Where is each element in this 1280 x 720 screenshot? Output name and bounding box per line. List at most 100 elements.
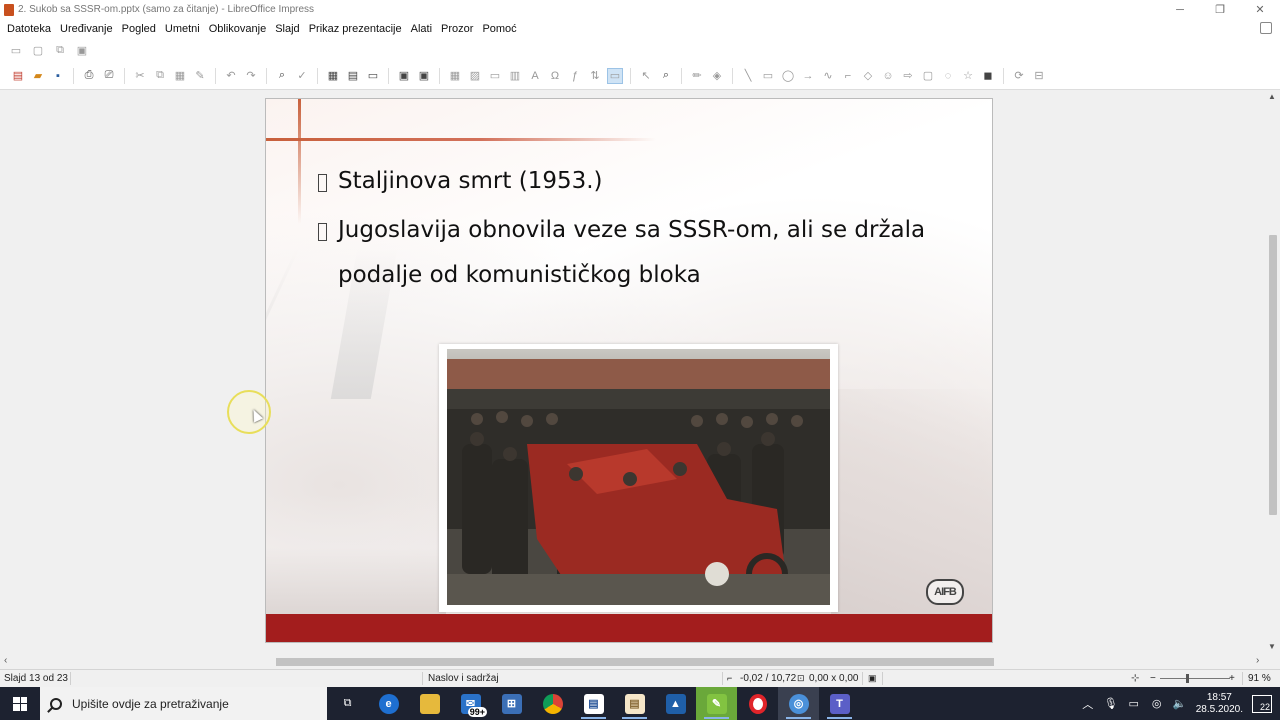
taskbar-file-explorer[interactable] bbox=[409, 687, 450, 720]
start-button[interactable] bbox=[0, 687, 40, 720]
start-first-slide-icon[interactable]: ▣ bbox=[396, 68, 412, 84]
taskbar-search[interactable]: Upišite ovdje za pretraživanje bbox=[40, 687, 327, 720]
taskbar-notes[interactable]: ▤ bbox=[614, 687, 655, 720]
sidebar-toggle-icon[interactable] bbox=[1260, 22, 1272, 34]
content-placeholder[interactable]: Staljinova smrt (1953.) Jugoslavija obno… bbox=[318, 168, 958, 314]
new-document-icon[interactable]: ▤ bbox=[10, 68, 26, 84]
copy-icon[interactable]: ⧉ bbox=[152, 68, 168, 84]
print-icon[interactable]: ⎚ bbox=[101, 68, 117, 84]
cut-icon[interactable]: ✂ bbox=[132, 68, 148, 84]
close-button[interactable]: ✕ bbox=[1240, 0, 1280, 19]
spelling-icon[interactable]: ✓ bbox=[294, 68, 310, 84]
curve-icon[interactable]: ∿ bbox=[820, 68, 836, 84]
zoom-slider-handle[interactable] bbox=[1186, 674, 1189, 683]
fontwork-icon[interactable]: ƒ bbox=[567, 68, 583, 84]
document-modified-icon[interactable]: ▣ bbox=[868, 673, 877, 684]
media-icon[interactable]: ▭ bbox=[487, 68, 503, 84]
line-color-icon[interactable]: ✏ bbox=[689, 68, 705, 84]
taskbar-store[interactable]: ⊞ bbox=[491, 687, 532, 720]
menu-format[interactable]: Oblikovanje bbox=[205, 23, 270, 35]
taskbar-edge[interactable]: e bbox=[368, 687, 409, 720]
taskbar-clock[interactable]: 18:57 28.5.2020. bbox=[1196, 692, 1243, 716]
align-icon[interactable]: ⊟ bbox=[1031, 68, 1047, 84]
menu-help[interactable]: Pomoć bbox=[478, 23, 520, 35]
chart-icon[interactable]: ▥ bbox=[507, 68, 523, 84]
zoom-in-button[interactable]: + bbox=[1229, 673, 1235, 684]
horizontal-scroll-thumb[interactable] bbox=[276, 658, 994, 666]
slide-layout-icon[interactable]: ▣ bbox=[74, 42, 90, 58]
minimize-button[interactable]: ─ bbox=[1160, 0, 1200, 19]
master-slide-icon[interactable]: ▭ bbox=[8, 42, 24, 58]
taskbar-mail[interactable]: ✉ 99+ bbox=[450, 687, 491, 720]
volume-icon[interactable]: 🔈 bbox=[1173, 697, 1187, 711]
zoom-slider[interactable] bbox=[1160, 678, 1230, 679]
rotate-icon[interactable]: ⟳ bbox=[1011, 68, 1027, 84]
scroll-left-icon[interactable]: ‹ bbox=[4, 655, 7, 666]
export-pdf-icon[interactable]: ⎙ bbox=[81, 68, 97, 84]
taskbar-libreoffice[interactable]: ◎ bbox=[778, 687, 819, 720]
special-character-icon[interactable]: Ω bbox=[547, 68, 563, 84]
taskbar-teams[interactable]: T bbox=[819, 687, 860, 720]
save-icon[interactable]: ▪ bbox=[50, 68, 66, 84]
horizontal-scrollbar[interactable]: ‹ › bbox=[0, 655, 1266, 669]
scroll-down-icon[interactable]: ▼ bbox=[1268, 642, 1276, 651]
vertical-scroll-thumb[interactable] bbox=[1269, 235, 1277, 515]
stars-icon[interactable]: ☆ bbox=[960, 68, 976, 84]
zoom-icon[interactable]: ⌕ bbox=[658, 68, 674, 84]
image-icon[interactable]: ▨ bbox=[467, 68, 483, 84]
grid-icon[interactable]: ▦ bbox=[325, 68, 341, 84]
line-icon[interactable]: ╲ bbox=[740, 68, 756, 84]
menu-file[interactable]: Datoteka bbox=[3, 23, 55, 35]
select-icon[interactable]: ↖ bbox=[638, 68, 654, 84]
transform-icon[interactable]: ⇅ bbox=[587, 68, 603, 84]
menu-edit[interactable]: Uređivanje bbox=[56, 23, 117, 35]
undo-icon[interactable]: ↶ bbox=[223, 68, 239, 84]
menu-slide[interactable]: Slajd bbox=[271, 23, 303, 35]
table-icon[interactable]: ▦ bbox=[447, 68, 463, 84]
flowchart-icon[interactable]: ▢ bbox=[920, 68, 936, 84]
clone-format-icon[interactable]: ✎ bbox=[192, 68, 208, 84]
menu-slideshow[interactable]: Prikaz prezentacije bbox=[305, 23, 406, 35]
redo-icon[interactable]: ↷ bbox=[243, 68, 259, 84]
show-draw-functions-icon[interactable]: ▭ bbox=[607, 67, 623, 84]
display-views-icon[interactable]: ▤ bbox=[345, 68, 361, 84]
battery-icon[interactable]: ▭ bbox=[1127, 697, 1141, 711]
symbol-shapes-icon[interactable]: ☺ bbox=[880, 68, 896, 84]
start-current-slide-icon[interactable]: ▣ bbox=[416, 68, 432, 84]
ellipse-icon[interactable]: ◯ bbox=[780, 68, 796, 84]
duplicate-slide-icon[interactable]: ⧉ bbox=[52, 42, 68, 58]
menu-insert[interactable]: Umetni bbox=[161, 23, 204, 35]
3d-objects-icon[interactable]: ◼ bbox=[980, 68, 996, 84]
rectangle-icon[interactable]: ▭ bbox=[760, 68, 776, 84]
restore-button[interactable]: ❐ bbox=[1200, 0, 1240, 19]
scroll-up-icon[interactable]: ▲ bbox=[1268, 92, 1276, 101]
network-icon[interactable]: ◎ bbox=[1150, 697, 1164, 711]
slide-sorter-icon[interactable]: ▭ bbox=[365, 68, 381, 84]
menu-view[interactable]: Pogled bbox=[118, 23, 160, 35]
notification-center-icon[interactable]: 22 bbox=[1252, 694, 1272, 713]
zoom-level[interactable]: 91 % bbox=[1248, 673, 1271, 684]
zoom-out-button[interactable]: − bbox=[1150, 673, 1156, 684]
funeral-photo-frame[interactable] bbox=[439, 344, 838, 612]
fill-color-icon[interactable]: ◈ bbox=[709, 68, 725, 84]
text-box-icon[interactable]: A bbox=[527, 68, 543, 84]
taskbar-word[interactable]: ▤ bbox=[573, 687, 614, 720]
taskbar-chrome[interactable] bbox=[532, 687, 573, 720]
menu-window[interactable]: Prozor bbox=[437, 23, 477, 35]
menu-tools[interactable]: Alati bbox=[407, 23, 436, 35]
find-replace-icon[interactable]: ⌕ bbox=[274, 68, 290, 84]
taskbar-photos[interactable]: ▲ bbox=[655, 687, 696, 720]
connector-icon[interactable]: ⌐ bbox=[840, 68, 856, 84]
open-folder-icon[interactable]: ▰ bbox=[30, 68, 46, 84]
scroll-right-icon[interactable]: › bbox=[1256, 655, 1259, 666]
vertical-scrollbar[interactable]: ▲ ▼ bbox=[1266, 90, 1280, 655]
microphone-icon[interactable]: 🎙 bbox=[1104, 697, 1118, 711]
new-slide-icon[interactable]: ▢ bbox=[30, 42, 46, 58]
block-arrows-icon[interactable]: ⇨ bbox=[900, 68, 916, 84]
show-hidden-icons-icon[interactable]: ︿ bbox=[1081, 697, 1095, 711]
task-view-button[interactable]: ⧉ bbox=[327, 687, 368, 720]
callout-icon[interactable]: ◌ bbox=[940, 68, 956, 84]
taskbar-opera[interactable] bbox=[737, 687, 778, 720]
fit-slide-icon[interactable]: ⊹ bbox=[1131, 673, 1139, 684]
basic-shapes-icon[interactable]: ◇ bbox=[860, 68, 876, 84]
